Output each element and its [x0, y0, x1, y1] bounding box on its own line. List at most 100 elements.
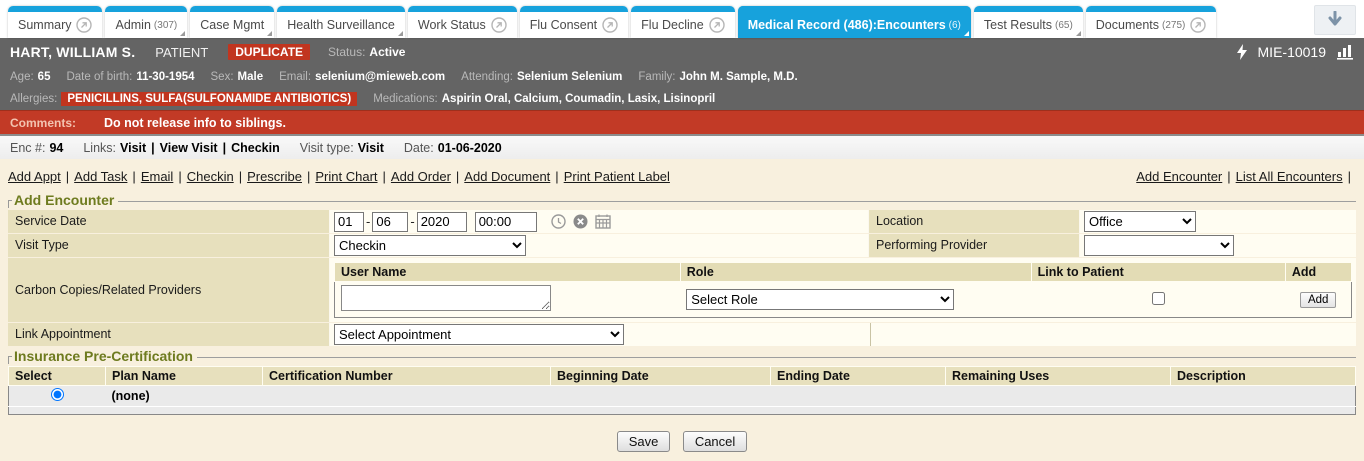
separator: | — [151, 141, 155, 155]
status-value: Active — [369, 45, 405, 59]
tab-health-surveillance[interactable]: Health Surveillance — [277, 6, 405, 38]
email-label: Email: — [279, 71, 311, 83]
tab-work-status[interactable]: Work Status — [408, 6, 517, 38]
age-value: 65 — [38, 71, 51, 83]
tab-overflow-button[interactable] — [1314, 5, 1356, 35]
chart-id[interactable]: MIE-10019 — [1258, 44, 1326, 60]
insurance-precert-legend: Insurance Pre-Certification — [8, 348, 1356, 364]
form-footer: Save Cancel — [8, 431, 1356, 452]
link-checkin[interactable]: Checkin — [231, 141, 280, 155]
service-date-label: Service Date — [8, 210, 330, 233]
calendar-icon[interactable] — [595, 214, 611, 229]
ins-select-radio[interactable] — [51, 388, 64, 401]
prescribe-link[interactable]: Prescribe — [247, 169, 302, 184]
tab-flu-decline[interactable]: Flu Decline — [631, 6, 735, 38]
visit-type-select[interactable]: Checkin — [334, 235, 526, 256]
encounter-info-bar: Enc #:94 Links: Visit | View Visit | Che… — [0, 134, 1364, 159]
add-appt-link[interactable]: Add Appt — [8, 169, 61, 184]
tab-label: Case Mgmt — [200, 18, 264, 32]
cc-role-select[interactable]: Select Role — [686, 289, 954, 310]
carbon-copies-table: User Name Role Link to Patient Add Selec… — [334, 262, 1352, 318]
save-button[interactable]: Save — [617, 431, 671, 452]
visit-type-row: Visit Type Checkin Performing Provider — [8, 234, 1356, 257]
link-appointment-select[interactable]: Select Appointment — [334, 324, 624, 345]
cc-input-row: Select Role Add — [335, 282, 1352, 318]
list-all-encounters-link[interactable]: List All Encounters — [1236, 169, 1343, 184]
dropdown-corner-icon — [1076, 31, 1081, 36]
link-view-visit[interactable]: View Visit — [160, 141, 218, 155]
tab-count: (6) — [949, 20, 961, 31]
performing-provider-label: Performing Provider — [868, 234, 1080, 257]
tab-label: Work Status — [418, 18, 486, 32]
main-content: Add Appt| Add Task| Email| Checkin| Pres… — [0, 159, 1364, 461]
location-select[interactable]: Office — [1084, 211, 1196, 232]
add-encounter-link[interactable]: Add Encounter — [1136, 169, 1222, 184]
location-label: Location — [868, 210, 1080, 233]
tab-label: Test Results — [984, 18, 1052, 32]
cc-user-name-input[interactable] — [341, 285, 551, 311]
cc-header-link-to-patient: Link to Patient — [1031, 263, 1285, 282]
allergies-badge[interactable]: PENICILLINS, SULFA(SULFONAMIDE ANTIBIOTI… — [61, 92, 357, 106]
lightning-icon[interactable] — [1236, 44, 1248, 60]
tab-documents[interactable]: Documents (275) — [1086, 6, 1217, 38]
external-link-icon — [1190, 17, 1206, 33]
cc-link-to-patient-checkbox[interactable] — [1152, 292, 1165, 305]
tab-test-results[interactable]: Test Results (65) — [974, 6, 1083, 38]
cc-header-user-name: User Name — [335, 263, 681, 282]
tab-label: Flu Consent — [530, 18, 597, 32]
print-chart-link[interactable]: Print Chart — [315, 169, 377, 184]
dropdown-corner-icon — [964, 31, 969, 36]
sex-value: Male — [238, 71, 264, 83]
clear-icon[interactable] — [573, 214, 588, 229]
attending-value: Selenium Selenium — [517, 71, 622, 83]
cc-header-add: Add — [1285, 263, 1351, 282]
date-label: Date: — [404, 141, 434, 155]
email-link[interactable]: Email — [141, 169, 174, 184]
tab-admin[interactable]: Admin (307) — [105, 6, 187, 38]
dropdown-corner-icon — [267, 31, 272, 36]
flowsheet-icon[interactable] — [1336, 44, 1354, 60]
service-date-month-input[interactable] — [334, 212, 364, 232]
link-appointment-row: Link Appointment Select Appointment — [8, 323, 1356, 346]
attending-label: Attending: — [461, 71, 513, 83]
print-patient-label-link[interactable]: Print Patient Label — [564, 169, 670, 184]
age-label: Age: — [10, 71, 34, 83]
patient-name: HART, WILLIAM S. — [10, 44, 135, 60]
add-order-link[interactable]: Add Order — [391, 169, 451, 184]
enc-number-label: Enc #: — [10, 141, 45, 155]
add-document-link[interactable]: Add Document — [464, 169, 550, 184]
service-date-year-input[interactable] — [417, 212, 467, 232]
link-visit[interactable]: Visit — [120, 141, 146, 155]
tab-medical-record-encounters[interactable]: Medical Record (486):Encounters (6) — [738, 6, 971, 38]
ins-header-remaining-uses: Remaining Uses — [946, 367, 1171, 386]
visit-type-label: Visit type: — [300, 141, 354, 155]
ins-row-none: (none) — [9, 386, 1356, 407]
tab-flu-consent[interactable]: Flu Consent — [520, 6, 628, 38]
medications-label: Medications: — [373, 93, 438, 105]
ins-header-select: Select — [9, 367, 106, 386]
separator: | — [223, 141, 227, 155]
ins-header-beginning-date: Beginning Date — [551, 367, 771, 386]
tab-case-mgmt[interactable]: Case Mgmt — [190, 6, 274, 38]
tab-label: Summary — [18, 18, 71, 32]
patient-header: HART, WILLIAM S. PATIENT DUPLICATE Statu… — [0, 38, 1364, 110]
service-date-row: Service Date - - Location Office — [8, 210, 1356, 233]
performing-provider-select[interactable] — [1084, 235, 1234, 256]
visit-type-label: Visit Type — [8, 234, 330, 257]
comments-label: Comments: — [10, 116, 76, 130]
link-appointment-label: Link Appointment — [8, 323, 330, 346]
tab-label: Health Surveillance — [287, 18, 395, 32]
service-time-input[interactable] — [475, 212, 537, 232]
external-link-icon — [602, 17, 618, 33]
cancel-button[interactable]: Cancel — [683, 431, 747, 452]
action-links-row: Add Appt| Add Task| Email| Checkin| Pres… — [8, 169, 1356, 184]
checkin-link[interactable]: Checkin — [187, 169, 234, 184]
insurance-precert-table: Select Plan Name Certification Number Be… — [8, 366, 1356, 415]
tab-summary[interactable]: Summary — [8, 6, 102, 38]
duplicate-badge[interactable]: DUPLICATE — [228, 44, 310, 60]
add-task-link[interactable]: Add Task — [74, 169, 127, 184]
tab-label: Admin — [115, 18, 150, 32]
clock-icon[interactable] — [551, 214, 566, 229]
cc-add-button[interactable]: Add — [1300, 292, 1336, 308]
service-date-day-input[interactable] — [372, 212, 408, 232]
